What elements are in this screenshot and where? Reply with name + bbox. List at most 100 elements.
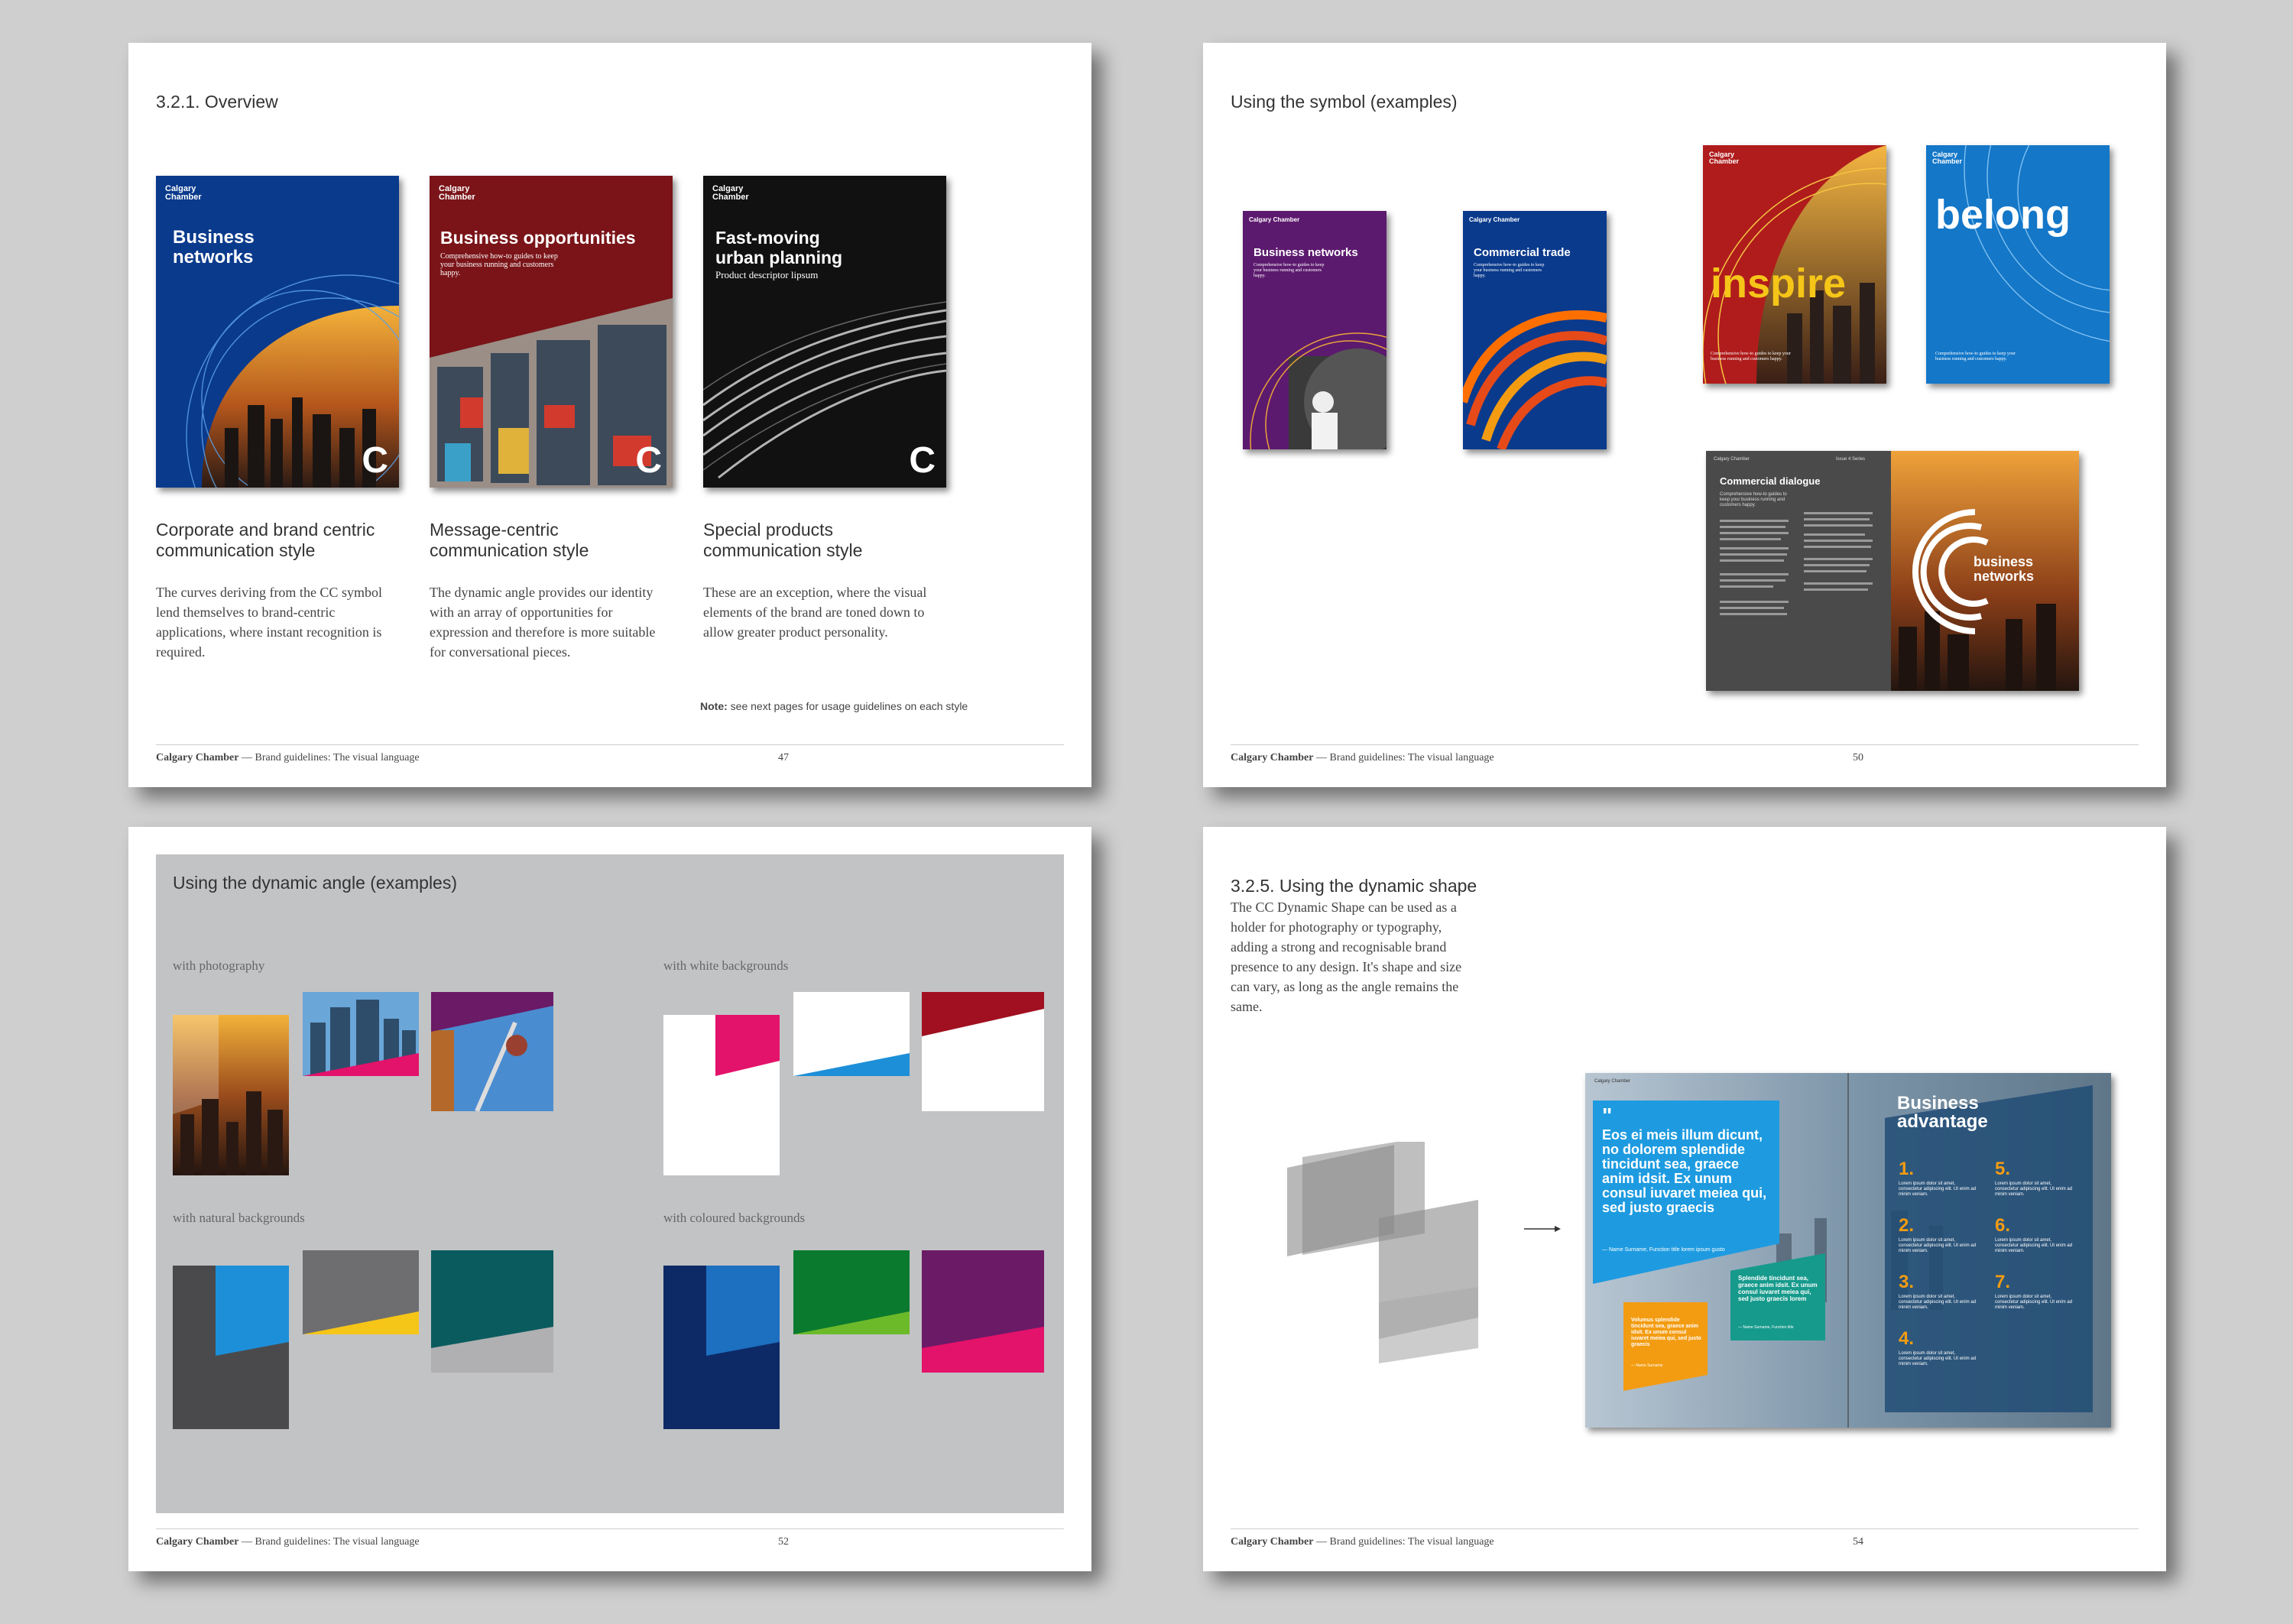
section-body: The dynamic angle provides our identity … bbox=[430, 585, 656, 660]
cover-belong: Calgary Chamber belong Comprehensive how… bbox=[1926, 145, 2110, 384]
quote-text-3: Volumus splendide tincidunt sea, graece … bbox=[1631, 1318, 1701, 1347]
footer: Calgary Chamber — Brand guidelines: The … bbox=[1231, 752, 1494, 764]
footer: Calgary Chamber — Brand guidelines: The … bbox=[1231, 1536, 1494, 1548]
swatch-photo-tower bbox=[431, 992, 553, 1111]
label-photography: with photography bbox=[173, 958, 265, 973]
dynamic-shape-diagram bbox=[1287, 1142, 1478, 1363]
page-heading: Using the dynamic angle (examples) bbox=[173, 873, 458, 893]
cover-title: Business networks bbox=[173, 227, 255, 267]
list-number: 3. bbox=[1899, 1272, 1915, 1292]
cover-commercial-trade: Calgary Chamber Commercial trade Compreh… bbox=[1463, 211, 1607, 449]
cover-business-networks-purple: Calgary Chamber Business networks Compre… bbox=[1243, 211, 1387, 449]
list-item-text: Lorem ipsum dolor sit amet, consectetur … bbox=[1995, 1295, 2073, 1310]
cover-business-opportunities: Calgary Chamber Business opportunities C… bbox=[430, 176, 673, 488]
note-label: Note: bbox=[700, 700, 728, 712]
cover-logo: C bbox=[909, 440, 936, 481]
label-coloured: with coloured backgrounds bbox=[663, 1211, 806, 1225]
footer: Calgary Chamber — Brand guidelines: The … bbox=[156, 752, 420, 764]
cover-logo: C bbox=[362, 440, 388, 481]
list-number: 5. bbox=[1995, 1159, 2011, 1179]
list-item-text: Lorem ipsum dolor sit amet, consectetur … bbox=[1995, 1182, 2073, 1197]
footer: Calgary Chamber — Brand guidelines: The … bbox=[156, 1536, 420, 1548]
swatch-natural-grey-blue bbox=[173, 1266, 289, 1429]
spread-logo-text: business networks bbox=[1974, 554, 2035, 584]
footer-brand: Calgary Chamber bbox=[1231, 752, 1314, 763]
cover-title: belong bbox=[1935, 192, 2071, 238]
footer-brand: Calgary Chamber bbox=[156, 752, 239, 763]
swatch-white-blue bbox=[793, 992, 910, 1076]
brochure-spread: Calgary Chamber Issue 4 Series Commercia… bbox=[1706, 451, 2079, 691]
cover-brand: Calgary Chamber bbox=[712, 184, 749, 202]
cover-subtitle: Comprehensive how-to guides to keep your… bbox=[1474, 263, 1545, 278]
page-52: Using the dynamic angle (examples) with … bbox=[128, 827, 1091, 1571]
list-number: 2. bbox=[1899, 1215, 1915, 1236]
swatch-coloured-navy-blue bbox=[663, 1266, 780, 1429]
cover-subtitle: Comprehensive how-to guides to keep your… bbox=[1254, 263, 1325, 278]
footer-rule bbox=[156, 744, 1064, 745]
magazine-spread: Calgary Chamber " Eos ei meis illum dicu… bbox=[1585, 1073, 2111, 1428]
quote-mark-icon: " bbox=[1602, 1104, 1613, 1127]
page-54: 3.2.5. Using the dynamic shape The CC Dy… bbox=[1203, 827, 2166, 1571]
section-title: Special products communication style bbox=[703, 520, 863, 560]
spread-header-right: Issue 4 Series bbox=[1836, 457, 1866, 462]
footer-rule bbox=[1231, 744, 2139, 745]
list-item-text: Lorem ipsum dolor sit amet, consectetur … bbox=[1899, 1238, 1977, 1253]
footer-text: — Brand guidelines: The visual language bbox=[1313, 752, 1494, 763]
list-number: 7. bbox=[1995, 1272, 2011, 1292]
spread-sub: Comprehensive how-to guides to keep your… bbox=[1720, 492, 1787, 507]
label-white: with white backgrounds bbox=[663, 958, 789, 973]
cover-curves-graphic bbox=[1964, 145, 2110, 342]
page-number: 47 bbox=[778, 752, 789, 763]
section-body: These are an exception, where the visual… bbox=[703, 585, 927, 640]
page-50: Using the symbol (examples) Calgary Cham… bbox=[1203, 43, 2166, 787]
spread-brand: Calgary Chamber bbox=[1594, 1079, 1631, 1084]
cover-title: Fast-moving urban planning bbox=[715, 228, 843, 267]
grey-panel bbox=[156, 854, 1064, 1513]
page-47: 3.2.1. Overview Calgary Chamber Business… bbox=[128, 43, 1091, 787]
swatch-white-magenta bbox=[663, 1015, 780, 1175]
swatch-natural-teal-grey bbox=[431, 1250, 553, 1373]
list-item-text: Lorem ipsum dolor sit amet, consectetur … bbox=[1899, 1182, 1977, 1197]
cover-inspire: Calgary Chamber inspire Comprehensive ho… bbox=[1703, 145, 1886, 384]
cover-urban-planning: Calgary Chamber Fast-moving urban planni… bbox=[703, 176, 946, 488]
spread-title: Commercial dialogue bbox=[1720, 475, 1821, 487]
cover-title: inspire bbox=[1711, 261, 1847, 306]
section-title: Corporate and brand centric communicatio… bbox=[156, 520, 375, 560]
cover-subtitle: Comprehensive how-to guides to keep your… bbox=[440, 252, 558, 277]
arrow-icon bbox=[1524, 1226, 1561, 1232]
swatch-coloured-green bbox=[793, 1250, 910, 1334]
cover-brand: Calgary Chamber bbox=[439, 184, 475, 202]
footer-text: — Brand guidelines: The visual language bbox=[238, 752, 420, 763]
quote-text-2: Splendide tincidunt sea, graece anim ids… bbox=[1738, 1275, 1818, 1302]
cover-brand: Calgary Chamber bbox=[1932, 151, 1963, 165]
spread-text-columns bbox=[1720, 512, 1873, 615]
cover-subtitle: Product descriptor lipsum bbox=[715, 269, 819, 280]
quote-credit: — Name Surname, Function title lorem ips… bbox=[1602, 1247, 1725, 1253]
page-number: 52 bbox=[778, 1536, 789, 1548]
label-natural: with natural backgrounds bbox=[173, 1211, 305, 1225]
page-number: 54 bbox=[1853, 1536, 1863, 1548]
right-panel-title: Business advantage bbox=[1897, 1093, 1988, 1132]
page-heading: 3.2.1. Overview bbox=[156, 92, 278, 112]
cover-brand: Calgary Chamber bbox=[1249, 216, 1300, 223]
list-item-text: Lorem ipsum dolor sit amet, consectetur … bbox=[1899, 1351, 1977, 1366]
footer-rule bbox=[1231, 1528, 2139, 1529]
footer-brand: Calgary Chamber bbox=[156, 1536, 239, 1548]
cover-business-networks: Calgary Chamber Business networks C bbox=[156, 176, 399, 488]
page-body: The CC Dynamic Shape can be used as a ho… bbox=[1231, 900, 1462, 1014]
footer-text: — Brand guidelines: The visual language bbox=[238, 1536, 420, 1548]
cover-subtitle: Comprehensive how-to guides to keep your… bbox=[1711, 352, 1791, 361]
quote-text: Eos ei meis illum dicunt, no dolorem spl… bbox=[1602, 1127, 1767, 1215]
swatch-natural-grey-yellow bbox=[303, 1250, 419, 1334]
section-title: Message-centric communication style bbox=[430, 520, 589, 560]
cover-subtitle: Comprehensive how-to guides to keep your… bbox=[1935, 352, 2016, 361]
swatch-white-red bbox=[922, 992, 1044, 1111]
page-number: 50 bbox=[1853, 752, 1863, 763]
swatch-photo-city-sunset bbox=[173, 1015, 289, 1175]
quote-credit-3: — Name Surname bbox=[1631, 1363, 1663, 1368]
swatch-coloured-purple-magenta bbox=[922, 1250, 1044, 1373]
page-heading: Using the symbol (examples) bbox=[1231, 92, 1458, 112]
cover-brand: Calgary Chamber bbox=[1709, 151, 1740, 165]
cover-title: Business opportunities bbox=[440, 228, 636, 248]
quote-credit-2: — Name Surname, Function title bbox=[1738, 1325, 1794, 1330]
